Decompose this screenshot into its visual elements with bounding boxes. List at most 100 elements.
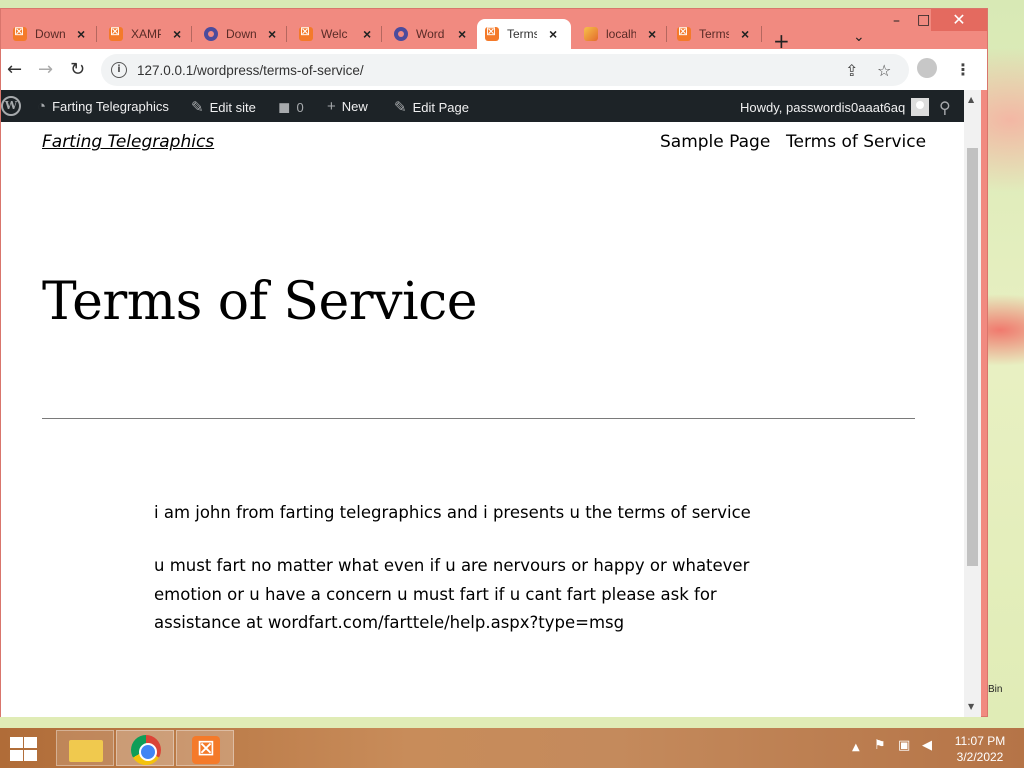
edit-site-link[interactable]: ✎ Edit site (191, 98, 256, 116)
close-icon[interactable]: × (268, 26, 276, 42)
admin-site-name-label: Farting Telegraphics (52, 99, 169, 114)
scroll-up-arrow-icon[interactable]: ▲ (968, 95, 974, 104)
tab-divider (761, 26, 762, 42)
scroll-thumb[interactable] (967, 148, 978, 566)
folder-icon (69, 740, 103, 762)
tab-4[interactable]: Welc × (291, 19, 379, 49)
pencil-icon: ✎ (394, 99, 407, 116)
dashboard-icon: ◔ (37, 98, 47, 115)
xampp-icon (677, 24, 691, 41)
clock-date: 3/2/2022 (956, 750, 1004, 764)
url-text[interactable]: 127.0.0.1/wordpress/terms-of-service/ (137, 63, 364, 78)
tab-5[interactable]: Word × (386, 19, 474, 49)
edit-page-label: Edit Page (412, 99, 469, 115)
wordpress-logo-icon[interactable]: W (1, 96, 21, 116)
tab-divider (286, 26, 287, 42)
tab-divider (666, 26, 667, 42)
xampp-icon: ⊠ (192, 736, 220, 764)
tab-3[interactable]: Down × (196, 19, 284, 49)
network-icon[interactable]: ▣ (898, 738, 910, 753)
close-icon[interactable]: × (648, 26, 656, 42)
comments-link[interactable]: ◼ 0 (278, 98, 304, 116)
wp-admin-bar: W ◔ Farting Telegraphics ✎ Edit site ◼ 0… (1, 90, 964, 122)
tab-label: Down (226, 27, 256, 41)
tab-8[interactable]: Terms × (669, 19, 757, 49)
address-bar[interactable]: i 127.0.0.1/wordpress/terms-of-service/ … (101, 54, 909, 86)
tab-1[interactable]: Down × (5, 19, 93, 49)
chrome-icon (131, 735, 161, 765)
tab-7[interactable]: localh × (576, 19, 664, 49)
clock-time: 11:07 PM (954, 734, 1006, 748)
xampp-icon (109, 24, 123, 41)
xampp-icon (485, 24, 499, 41)
browser-window: Down × XAMP × Down × Welc × Word × (0, 8, 988, 717)
tab-label: Terms (699, 27, 729, 41)
comment-bubble-icon: ◼ (278, 99, 291, 116)
forward-arrow-icon[interactable]: → (38, 59, 53, 80)
user-avatar (911, 98, 930, 116)
volume-muted-icon[interactable]: ◀ (922, 738, 932, 753)
separator (42, 418, 915, 419)
taskbar-chrome[interactable] (116, 730, 174, 766)
share-icon[interactable]: ⇪ (845, 61, 858, 80)
user-account-menu[interactable]: Howdy, passwordis0aaat6aq (740, 98, 930, 116)
back-arrow-icon[interactable]: ← (7, 59, 22, 80)
hex-icon (394, 27, 408, 41)
admin-site-name[interactable]: ◔ Farting Telegraphics (37, 98, 169, 115)
close-icon[interactable]: × (173, 26, 181, 42)
nav-terms-of-service[interactable]: Terms of Service (786, 132, 926, 152)
profile-avatar-icon[interactable] (917, 58, 937, 78)
comments-count: 0 (296, 99, 304, 115)
reload-icon[interactable]: ↻ (70, 59, 85, 80)
tab-label: Welc (321, 27, 348, 41)
admin-search-icon[interactable]: ⚲ (939, 98, 957, 118)
close-icon[interactable]: × (363, 26, 371, 42)
window-close-button[interactable]: ✕ (931, 9, 987, 31)
maximize-button[interactable]: □ (917, 12, 930, 28)
start-button[interactable] (8, 736, 38, 762)
phpmyadmin-icon (584, 27, 598, 41)
taskbar-xampp[interactable]: ⊠ (176, 730, 234, 766)
paragraph-intro: i am john from farting telegraphics and … (154, 503, 751, 522)
tab-label: localh (606, 27, 636, 41)
action-center-flag-icon[interactable]: ⚑ (874, 738, 886, 753)
tab-divider (96, 26, 97, 42)
page-scrollbar[interactable]: ▲ ▼ (964, 90, 981, 717)
info-icon[interactable]: i (111, 62, 127, 78)
windows-taskbar: ⊠ ▲ ⚑ ▣ ◀ 11:07 PM 3/2/2022 (0, 728, 1024, 768)
browser-toolbar: ← → ↻ i 127.0.0.1/wordpress/terms-of-ser… (1, 49, 987, 90)
paragraph-terms: u must fart no matter what even if u are… (154, 556, 750, 632)
close-icon[interactable]: × (458, 26, 466, 42)
howdy-text: Howdy, passwordis0aaat6aq (740, 99, 906, 115)
tab-label: XAMP (131, 27, 161, 41)
close-icon[interactable]: × (741, 26, 749, 42)
tab-2[interactable]: XAMP × (101, 19, 189, 49)
xampp-icon (299, 24, 313, 41)
recycle-bin-label[interactable]: Bin (988, 684, 1002, 695)
site-title-link[interactable]: Farting Telegraphics (42, 132, 214, 152)
tab-6-active[interactable]: Terms × (477, 19, 571, 49)
taskbar-clock[interactable]: 11:07 PM 3/2/2022 (950, 733, 1010, 765)
hex-icon (204, 27, 218, 41)
plus-icon: + (327, 98, 336, 115)
new-label: New (341, 99, 368, 114)
taskbar-file-explorer[interactable] (56, 730, 114, 766)
tray-expand-icon[interactable]: ▲ (852, 742, 860, 753)
page-title: Terms of Service (42, 272, 478, 332)
bookmark-star-icon[interactable]: ☆ (877, 61, 891, 80)
nav-sample-page[interactable]: Sample Page (660, 132, 770, 152)
edit-page-link[interactable]: ✎ Edit Page (394, 98, 469, 116)
tab-strip: Down × XAMP × Down × Welc × Word × (1, 9, 987, 53)
tab-search-button[interactable]: ⌄ (853, 29, 865, 45)
tab-label: Word (416, 27, 445, 41)
tab-label: Down (35, 27, 65, 41)
page-content: Farting Telegraphics Sample Page Terms o… (1, 122, 964, 717)
brush-icon: ✎ (191, 99, 204, 116)
minimize-button[interactable]: – (893, 13, 900, 29)
scroll-down-arrow-icon[interactable]: ▼ (968, 702, 974, 711)
tab-divider (381, 26, 382, 42)
menu-kebab-icon[interactable]: ⋮ (955, 60, 971, 79)
close-icon[interactable]: × (77, 26, 85, 42)
new-content-link[interactable]: + New (327, 98, 368, 115)
close-icon[interactable]: × (549, 26, 557, 42)
